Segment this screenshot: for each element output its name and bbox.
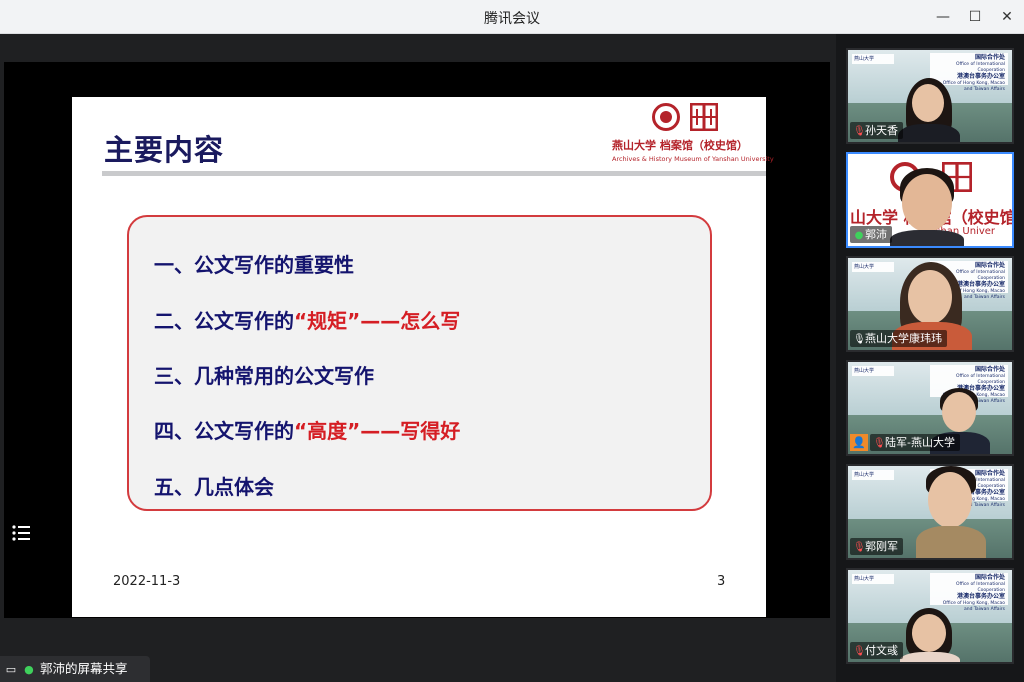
microphone-muted-icon: 🎙 <box>853 542 866 553</box>
participant-nametag: 🎙陆军-燕山大学 <box>870 434 960 451</box>
screen-share-label[interactable]: ▭ ● 郭沛的屏幕共享 <box>0 656 150 682</box>
participant-face <box>942 392 976 432</box>
participant-tile[interactable]: 燕山大学 国际合作处 Office of International Cooper… <box>846 256 1014 352</box>
window-title: 腾讯会议 <box>484 11 540 27</box>
outline-item-text: 五、几点体会 <box>154 475 274 499</box>
list-icon[interactable] <box>10 522 32 544</box>
outline-item: 二、公文写作的“规矩”——怎么写 <box>154 305 460 334</box>
participant-tile[interactable]: 燕山大学 国际合作处 Office of International Cooper… <box>846 48 1014 144</box>
close-button[interactable]: ✕ <box>996 6 1018 28</box>
participant-face <box>912 84 944 122</box>
slide-title: 主要内容 <box>104 133 225 167</box>
university-seal-icon <box>652 103 680 131</box>
outline-item-highlight: “规矩”——怎么写 <box>294 309 461 333</box>
board-text-left: 燕山大学 <box>852 574 894 584</box>
participant-sidebar: 燕山大学 国际合作处 Office of International Cooper… <box>836 34 1024 682</box>
maximize-button[interactable]: ☐ <box>964 6 986 28</box>
outline-item-text: 二、公文写作的 <box>154 309 294 333</box>
outline-item: 五、几点体会 <box>154 471 274 500</box>
slide-date: 2022-11-3 <box>113 574 181 589</box>
logo-chinese-text: 燕山大学 档案馆（校史馆） <box>612 139 748 152</box>
participant-tile[interactable]: 燕山大学 国际合作处 Office of International Cooper… <box>846 568 1014 664</box>
participant-face <box>912 614 946 652</box>
participant-nametag: 🎙孙天香 <box>850 122 903 139</box>
outline-item: 三、几种常用的公文写作 <box>154 360 374 389</box>
title-divider <box>102 171 766 176</box>
outline-item-highlight: “高度”——写得好 <box>294 419 461 443</box>
outline-item-text: 一、公文写作的重要性 <box>154 253 354 277</box>
meeting-window: 腾讯会议 — ☐ ✕ 主要内容 燕山大学 档案馆（校史馆） Archives &… <box>0 0 1024 682</box>
title-bar: 腾讯会议 — ☐ ✕ <box>0 0 1024 34</box>
microphone-icon: 🎙 <box>853 334 866 345</box>
presentation-slide: 主要内容 燕山大学 档案馆（校史馆） Archives & History Mu… <box>72 97 774 617</box>
board-text-left: 燕山大学 <box>852 54 894 64</box>
participant-nametag: 🎙燕山大学康玮玮 <box>850 330 947 347</box>
microphone-icon: ● <box>854 230 864 241</box>
outline-item: 一、公文写作的重要性 <box>154 249 354 278</box>
participant-face <box>902 174 952 232</box>
background-board: 国际合作处 Office of International Cooperation… <box>930 573 1008 612</box>
participant-tile[interactable]: 燕山大学 国际合作处 Office of International Cooper… <box>846 464 1014 560</box>
screen-share-icon: ▭ <box>5 663 17 676</box>
minimize-button[interactable]: — <box>932 6 954 28</box>
user-avatar-icon: 👤 <box>850 434 868 451</box>
outline-item-text: 三、几种常用的公文写作 <box>154 364 374 388</box>
participant-face <box>928 472 972 528</box>
board-text-left: 燕山大学 <box>852 470 894 480</box>
logo-english-text: Archives & History Museum of Yanshan Uni… <box>612 155 774 163</box>
participant-nametag: ● 郭沛 <box>850 226 892 243</box>
participant-nametag: 🎙付文彧 <box>850 642 903 659</box>
participant-face <box>908 270 952 324</box>
outline-item-text: 四、公文写作的 <box>154 419 294 443</box>
microphone-muted-icon: 🎙 <box>853 646 866 657</box>
background-board: 国际合作处 Office of International Cooperation… <box>930 53 1008 92</box>
participant-tile[interactable]: 燕山大学 国际合作处 Office of International Cooper… <box>846 360 1014 456</box>
microphone-muted-icon: 🎙 <box>853 126 866 137</box>
microphone-icon: ● <box>24 663 34 676</box>
content-box: 一、公文写作的重要性 二、公文写作的“规矩”——怎么写 三、几种常用的公文写作 … <box>127 215 712 511</box>
board-text-left: 燕山大学 <box>852 262 894 272</box>
outline-item: 四、公文写作的“高度”——写得好 <box>154 415 460 444</box>
board-text-left: 燕山大学 <box>852 366 894 376</box>
archive-logo-icon <box>690 103 718 131</box>
participant-nametag: 🎙郭刚军 <box>850 538 903 555</box>
microphone-muted-icon: 🎙 <box>873 438 886 449</box>
participant-tile-active[interactable]: 山大学 档案馆（校史馆 Yanshan Univer ● 郭沛 <box>846 152 1014 248</box>
slide-page-number: 3 <box>717 574 726 589</box>
sharer-name: 郭沛的屏幕共享 <box>39 661 128 676</box>
